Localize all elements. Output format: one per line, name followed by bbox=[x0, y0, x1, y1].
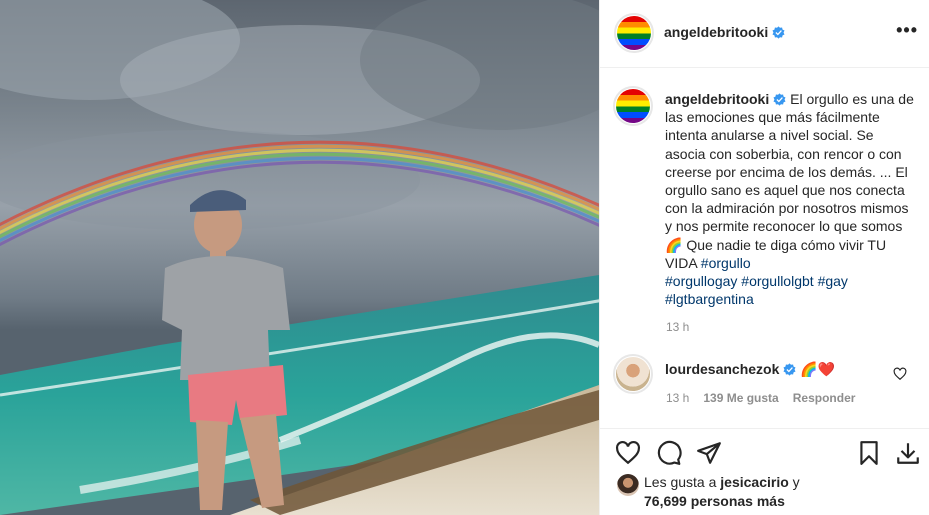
comment-meta: 13 h 139 Me gusta Responder bbox=[666, 391, 855, 405]
caption-avatar[interactable] bbox=[616, 89, 650, 123]
comment-avatar[interactable] bbox=[616, 357, 650, 391]
post-header: angeldebritooki ••• bbox=[600, 0, 929, 68]
post-photo[interactable] bbox=[0, 0, 599, 515]
rainbow-emoji: 🌈 bbox=[665, 236, 683, 253]
verified-badge-icon bbox=[773, 93, 786, 106]
hashtag-orgullo[interactable]: #orgullo bbox=[701, 255, 751, 271]
hashtag-orgullogay[interactable]: #orgullogay bbox=[665, 273, 737, 289]
actions-divider bbox=[599, 428, 929, 429]
header-username[interactable]: angeldebritooki bbox=[664, 24, 785, 40]
caption-text-2: Que nadie te diga cómo vivir TU VIDA bbox=[665, 236, 887, 271]
comment-like-icon[interactable] bbox=[893, 367, 907, 381]
liker-avatar[interactable] bbox=[617, 474, 639, 496]
more-options-icon[interactable]: ••• bbox=[896, 20, 918, 41]
likes-suffix: y bbox=[788, 474, 800, 490]
comment-username[interactable]: lourdesanchezok bbox=[665, 361, 779, 377]
avatar[interactable] bbox=[617, 16, 651, 50]
heart-icon[interactable] bbox=[615, 440, 641, 466]
download-icon[interactable] bbox=[895, 440, 921, 466]
comment-body: 🌈❤️ bbox=[800, 361, 836, 377]
hashtag-gay[interactable]: #gay bbox=[818, 273, 848, 289]
verified-badge-icon bbox=[783, 363, 796, 376]
post-timestamp[interactable]: 13 h bbox=[666, 320, 689, 334]
likes-prefix: Les gusta a bbox=[644, 474, 721, 490]
hashtag-lgtbargentina[interactable]: #lgtbargentina bbox=[665, 291, 754, 307]
comment-likes[interactable]: 139 Me gusta bbox=[703, 391, 778, 405]
reply-button[interactable]: Responder bbox=[793, 391, 856, 405]
comment: lourdesanchezok 🌈❤️ bbox=[665, 360, 835, 378]
header-username-text[interactable]: angeldebritooki bbox=[664, 24, 768, 40]
bookmark-icon[interactable] bbox=[856, 440, 882, 466]
likes-count[interactable]: 76,699 personas más bbox=[644, 493, 785, 509]
post-caption: angeldebritooki El orgullo es una de las… bbox=[665, 90, 917, 308]
share-icon[interactable] bbox=[696, 440, 722, 466]
verified-badge-icon bbox=[772, 26, 785, 39]
comment-icon[interactable] bbox=[656, 440, 682, 466]
comment-time[interactable]: 13 h bbox=[666, 391, 689, 405]
caption-username[interactable]: angeldebritooki bbox=[665, 91, 769, 107]
beach-rainbow-image bbox=[0, 0, 599, 515]
liker-username[interactable]: jesicacirio bbox=[720, 474, 789, 490]
likes-summary: Les gusta a jesicacirio y 76,699 personas… bbox=[644, 473, 800, 511]
caption-text: El orgullo es una de las emociones que m… bbox=[665, 91, 914, 235]
hashtag-orgullolgbt[interactable]: #orgullolgbt bbox=[741, 273, 813, 289]
